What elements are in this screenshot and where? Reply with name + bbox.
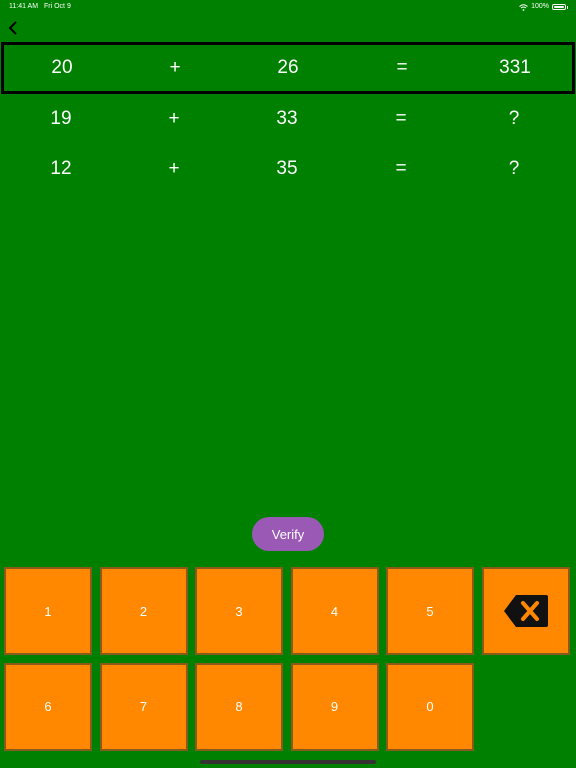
battery-percent: 100% (531, 3, 549, 10)
status-date: Fri Oct 9 (44, 3, 71, 10)
key-0[interactable]: 0 (386, 662, 474, 751)
chevron-left-icon (8, 21, 17, 35)
key-3[interactable]: 3 (195, 567, 283, 655)
key-2[interactable]: 2 (99, 567, 188, 655)
equals-sign: = (396, 57, 408, 78)
key-8[interactable]: 8 (195, 662, 283, 751)
key-9[interactable]: 9 (290, 662, 379, 751)
answer[interactable]: 331 (475, 45, 555, 91)
status-bar: 11:41 AM Fri Oct 9 100% (0, 0, 576, 14)
operand-a: 19 (50, 108, 72, 129)
operand-b: 35 (276, 158, 298, 179)
operand-b: 33 (276, 108, 298, 129)
answer[interactable]: ? (474, 94, 554, 144)
battery-icon (552, 4, 566, 10)
status-time: 11:41 AM (9, 3, 39, 10)
equation-row[interactable]: 12 + 35 = ? (0, 144, 576, 194)
key-1[interactable]: 1 (4, 567, 92, 655)
battery-tip (567, 5, 568, 9)
operand-a: 20 (51, 57, 73, 78)
equation-row-active[interactable]: 20 + 26 = 331 (1, 42, 575, 94)
wifi-icon (519, 3, 528, 11)
home-indicator (200, 760, 376, 764)
key-4[interactable]: 4 (290, 567, 379, 655)
operator: + (168, 158, 180, 179)
equations-list: 20 + 26 = 331 19 + 33 = ? 12 + 35 = ? (0, 42, 576, 194)
answer[interactable]: ? (474, 144, 554, 194)
key-7[interactable]: 7 (99, 662, 188, 751)
status-indicators: 100% (519, 0, 568, 14)
operator: + (168, 108, 180, 129)
backspace-icon (503, 595, 548, 627)
back-button[interactable] (4, 18, 22, 38)
verify-button[interactable]: Verify (252, 517, 324, 551)
equals-sign: = (395, 108, 407, 129)
equals-sign: = (395, 158, 407, 179)
backspace-key[interactable] (481, 567, 570, 655)
equation-row[interactable]: 19 + 33 = ? (0, 94, 576, 144)
key-6[interactable]: 6 (4, 662, 92, 751)
operator: + (169, 57, 181, 78)
operand-a: 12 (50, 158, 72, 179)
operand-b: 26 (277, 57, 299, 78)
key-5[interactable]: 5 (386, 567, 474, 655)
